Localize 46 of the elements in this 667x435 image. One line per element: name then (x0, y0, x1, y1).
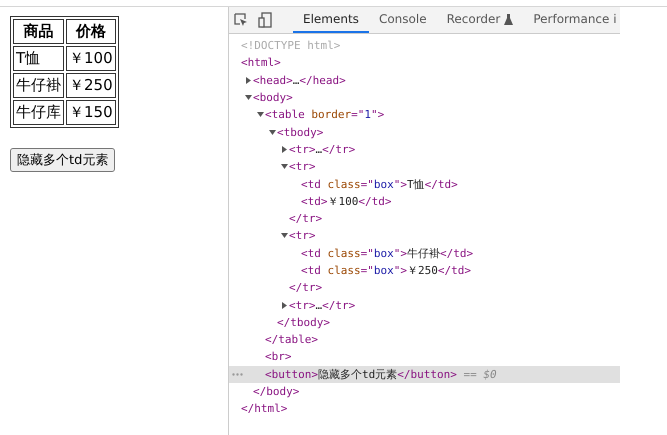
dom-line[interactable]: <table border="1"> (265, 108, 384, 122)
dom-line[interactable]: <button>隐藏多个td元素</button> == $0 (265, 366, 497, 382)
inspect-icon[interactable] (234, 13, 248, 27)
expanded-triangle-icon[interactable] (256, 111, 264, 118)
devtools-tab[interactable]: Console (368, 7, 437, 33)
dom-line[interactable]: <tr> (289, 229, 316, 242)
device-icon[interactable] (258, 12, 272, 28)
dom-line[interactable]: </tr> (289, 212, 322, 226)
dom-line[interactable]: </html> (241, 402, 288, 416)
table-header: 商品 (13, 19, 64, 44)
dom-line[interactable]: <td class="box">￥250</td> (301, 263, 471, 278)
expanded-triangle-icon[interactable] (268, 128, 276, 136)
devtools-tab[interactable]: Performance i (523, 7, 620, 33)
hide-button[interactable]: 隐藏多个td元素 (10, 148, 116, 172)
expanded-triangle-icon[interactable] (244, 94, 252, 102)
dom-line[interactable]: <br> (265, 350, 292, 364)
table-cell: ￥250 (66, 73, 116, 98)
dom-line[interactable]: <tbody> (277, 126, 324, 139)
dom-line[interactable]: <td class="box">T恤</td> (301, 176, 458, 192)
dom-line[interactable]: <tr> (289, 160, 316, 174)
dom-line[interactable]: </tr> (289, 281, 322, 294)
table-cell: 牛仔库 (13, 100, 64, 125)
expanded-triangle-icon[interactable] (280, 232, 288, 240)
table-header: 价格 (66, 19, 116, 44)
devtools-tab[interactable]: Elements (293, 7, 369, 33)
dom-line[interactable]: <tr>…</tr> (289, 298, 356, 312)
expanded-triangle-icon[interactable] (280, 163, 288, 170)
dom-line[interactable]: <html> (241, 56, 281, 70)
table-cell: T恤 (13, 46, 64, 71)
dom-line[interactable]: <body> (253, 91, 293, 104)
dom-line[interactable]: </table> (265, 333, 318, 346)
dom-line[interactable]: <head>…</head> (253, 74, 346, 87)
collapsed-triangle-icon[interactable] (244, 76, 252, 84)
selected-dom-row[interactable]: <button>隐藏多个td元素</button> == $0 (229, 366, 620, 383)
devtools-tab[interactable]: Recorder (436, 7, 524, 33)
dom-line[interactable]: </body> (253, 385, 300, 398)
dom-line[interactable]: <tr>…</tr> (289, 142, 356, 156)
collapsed-triangle-icon[interactable] (280, 146, 288, 153)
table-cell: ￥100 (66, 46, 116, 71)
dom-line[interactable]: </tbody> (277, 316, 330, 329)
collapsed-triangle-icon[interactable] (280, 302, 288, 309)
table-cell: 牛仔褂 (13, 73, 64, 98)
dom-line[interactable]: <td>￥100</td> (301, 194, 392, 209)
flask-icon (504, 14, 514, 24)
dom-line[interactable]: <td class="box">牛仔褂</td> (301, 246, 474, 261)
table-cell: ￥150 (66, 100, 116, 125)
